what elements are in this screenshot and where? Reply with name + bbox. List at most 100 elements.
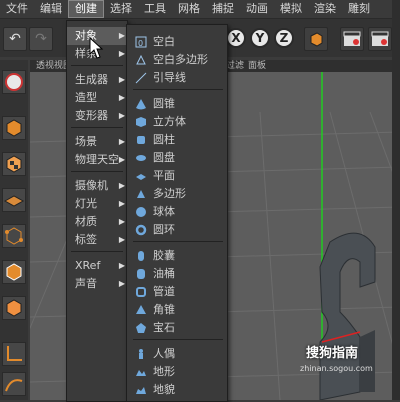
create-menu-material[interactable]: 材质 ▶ — [67, 213, 127, 231]
submenu-arrow-icon: ▶ — [118, 75, 125, 84]
edges-mode-button[interactable] — [2, 260, 26, 284]
cylinder-icon — [137, 136, 145, 144]
submenu-arrow-icon: ▶ — [118, 261, 125, 270]
undo-icon: ↶ — [9, 31, 21, 47]
svg-text:0: 0 — [138, 39, 143, 48]
points-mode-button[interactable] — [2, 224, 26, 248]
object-capsule[interactable]: 胶囊 — [127, 247, 227, 265]
points-cube-icon — [5, 227, 23, 245]
figure-icon — [139, 349, 143, 359]
menu-render[interactable]: 渲染 — [308, 0, 342, 18]
object-torus[interactable]: 圆环 — [127, 221, 227, 239]
axis-corner-icon — [7, 346, 22, 361]
object-disc[interactable]: 圆盘 — [127, 149, 227, 167]
object-null[interactable]: 0 空白 — [127, 33, 227, 51]
undo-button[interactable]: ↶ — [3, 27, 27, 51]
menu-mesh[interactable]: 网格 — [172, 0, 206, 18]
object-figure[interactable]: 人偶 — [127, 345, 227, 363]
menu-sculpt[interactable]: 雕刻 — [342, 0, 376, 18]
polygon-null-icon — [136, 54, 146, 65]
menu-bar: 文件 编辑 创建 选择 工具 网格 捕捉 动画 模拟 渲染 雕刻 — [0, 0, 400, 19]
capsule-icon — [138, 251, 144, 261]
menu-select[interactable]: 选择 — [104, 0, 138, 18]
menu-divider — [133, 89, 223, 90]
object-polygon[interactable]: 多边形 — [127, 185, 227, 203]
z-axis-button[interactable]: Z — [274, 28, 294, 48]
coordinate-system-icon — [310, 32, 323, 47]
tube-icon — [136, 287, 146, 297]
object-landscape[interactable]: 地形 — [127, 363, 227, 381]
create-menu-physical-sky[interactable]: 物理天空 ▶ — [67, 151, 127, 169]
menu-divider — [133, 339, 223, 340]
create-menu-tag[interactable]: 标签 ▶ — [67, 231, 127, 249]
pyramid-icon — [136, 305, 146, 314]
workplane-mode-button[interactable] — [2, 188, 26, 212]
redo-button[interactable]: ↷ — [29, 27, 53, 51]
menu-divider — [71, 65, 123, 66]
object-tube[interactable]: 管道 — [127, 283, 227, 301]
object-cylinder[interactable]: 圆柱 — [127, 131, 227, 149]
polygons-mode-button[interactable] — [2, 296, 26, 320]
disc-icon — [136, 155, 146, 161]
checker-cube-icon — [6, 155, 22, 173]
cube-icon — [136, 117, 146, 127]
object-relief[interactable]: 地貌 — [127, 381, 227, 399]
oil-tank-icon — [137, 269, 145, 279]
object-pyramid[interactable]: 角锥 — [127, 301, 227, 319]
menu-divider — [71, 171, 123, 172]
model-mode-button[interactable] — [2, 116, 26, 140]
tweak-mode-button[interactable] — [2, 372, 26, 396]
object-cube[interactable]: 立方体 — [127, 113, 227, 131]
object-oil-tank[interactable]: 油桶 — [127, 265, 227, 283]
object-platonic[interactable]: 宝石 — [127, 319, 227, 337]
create-menu-xref[interactable]: XRef ▶ — [67, 257, 127, 275]
relief-icon — [136, 387, 146, 394]
cone-icon — [136, 99, 146, 110]
grid-plane-icon — [3, 195, 25, 207]
x-axis-button[interactable]: X — [226, 28, 246, 48]
object-sphere[interactable]: 球体 — [127, 203, 227, 221]
menu-file[interactable]: 文件 — [0, 0, 34, 18]
create-menu-modeling[interactable]: 造型 ▶ — [67, 89, 127, 107]
menu-divider — [71, 251, 123, 252]
texture-mode-button[interactable] — [2, 152, 26, 176]
menu-edit[interactable]: 编辑 — [34, 0, 68, 18]
menu-snap[interactable]: 捕捉 — [206, 0, 240, 18]
globe-mode-button[interactable] — [2, 70, 26, 94]
guide-icon — [135, 72, 147, 84]
submenu-arrow-icon: ▶ — [118, 217, 125, 226]
create-menu-generators[interactable]: 生成器 ▶ — [67, 71, 127, 89]
create-menu-scene[interactable]: 场景 ▶ — [67, 133, 127, 151]
object-plane[interactable]: 平面 — [127, 167, 227, 185]
object-guide[interactable]: 引导线 — [127, 69, 227, 87]
plane-icon — [136, 174, 146, 180]
watermark-url: zhinan.sogou.com — [300, 364, 373, 373]
left-tool-palette — [0, 60, 28, 400]
render-picture-viewer-button[interactable] — [368, 27, 392, 51]
menu-tools[interactable]: 工具 — [138, 0, 172, 18]
landscape-icon — [136, 370, 146, 376]
platonic-icon — [136, 323, 146, 333]
menu-divider — [71, 127, 123, 128]
tweak-icon — [5, 379, 23, 392]
menu-simulate[interactable]: 模拟 — [274, 0, 308, 18]
axis-mode-button[interactable] — [2, 342, 26, 366]
menu-create[interactable]: 创建 — [68, 0, 104, 18]
y-axis-button[interactable]: Y — [250, 28, 270, 48]
create-menu-sound[interactable]: 声音 ▶ — [67, 275, 127, 293]
object-submenu: 0 空白 空白多边形 引导线 圆锥 立方体 圆柱 圆盘 平面 多边形 球体 圆环… — [126, 24, 228, 402]
menu-animate[interactable]: 动画 — [240, 0, 274, 18]
viewport-filter-menu[interactable]: 过滤 — [226, 60, 244, 72]
polygons-cube-icon — [6, 299, 22, 317]
create-menu-camera[interactable]: 摄像机 ▶ — [67, 177, 127, 195]
create-menu-deformers[interactable]: 变形器 ▶ — [67, 107, 127, 125]
cube-icon — [6, 119, 22, 137]
submenu-arrow-icon: ▶ — [118, 181, 125, 190]
coordinate-system-button[interactable] — [304, 27, 328, 51]
viewport-panel-menu[interactable]: 面板 — [248, 60, 266, 72]
object-polygon-null[interactable]: 空白多边形 — [127, 51, 227, 69]
sphere-icon — [136, 207, 146, 217]
object-cone[interactable]: 圆锥 — [127, 95, 227, 113]
render-view-button[interactable] — [340, 27, 364, 51]
create-menu-light[interactable]: 灯光 ▶ — [67, 195, 127, 213]
